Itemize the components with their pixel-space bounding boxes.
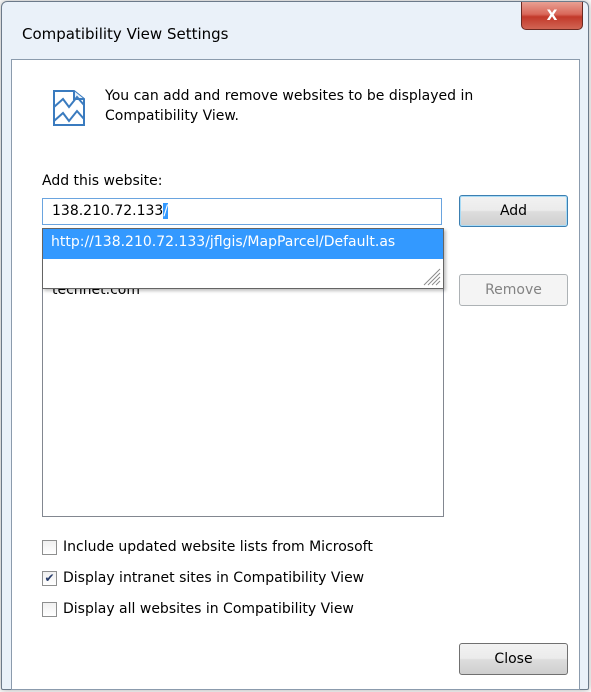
info-description: You can add and remove websites to be di… [105, 88, 474, 124]
input-selected-text: / [163, 203, 169, 219]
window-title: Compatibility View Settings [22, 25, 229, 43]
autocomplete-dropdown[interactable]: http://138.210.72.133/jflgis/MapParcel/D… [42, 228, 444, 289]
add-button-label: Add [499, 203, 528, 219]
autocomplete-suggestion[interactable]: http://138.210.72.133/jflgis/MapParcel/D… [43, 229, 443, 259]
checkbox-unchecked-icon[interactable] [42, 601, 57, 617]
option-label: Display all websites in Compatibility Vi… [63, 601, 354, 617]
option-label: Display intranet sites in Compatibility … [63, 570, 365, 586]
option-label: Include updated website lists from Micro… [63, 539, 373, 555]
close-button-label: Close [494, 651, 533, 667]
add-website-label: Add this website: [42, 173, 163, 189]
close-icon: X [546, 7, 558, 24]
window-close-button[interactable]: X [521, 2, 583, 30]
compatibility-view-dialog: Compatibility View Settings X You can ad… [1, 1, 589, 690]
dialog-client-area: You can add and remove websites to be di… [11, 59, 580, 690]
add-website-input[interactable]: 138.210.72.133/ [42, 198, 442, 225]
add-button[interactable]: Add [459, 195, 568, 227]
checkbox-checked-icon[interactable]: ✔ [42, 570, 57, 586]
resize-grip-icon[interactable] [421, 266, 441, 286]
input-text: 138.210.72.133 [52, 203, 164, 219]
option-display-intranet[interactable]: ✔ Display intranet sites in Compatibilit… [42, 570, 364, 586]
compatibility-view-icon [53, 90, 85, 126]
option-display-all-websites[interactable]: Display all websites in Compatibility Vi… [42, 601, 354, 617]
close-button[interactable]: Close [459, 643, 568, 675]
remove-button[interactable]: Remove [459, 274, 568, 306]
remove-button-label: Remove [485, 282, 542, 298]
option-include-updated-lists[interactable]: Include updated website lists from Micro… [42, 539, 373, 555]
checkbox-unchecked-icon[interactable] [42, 539, 57, 555]
